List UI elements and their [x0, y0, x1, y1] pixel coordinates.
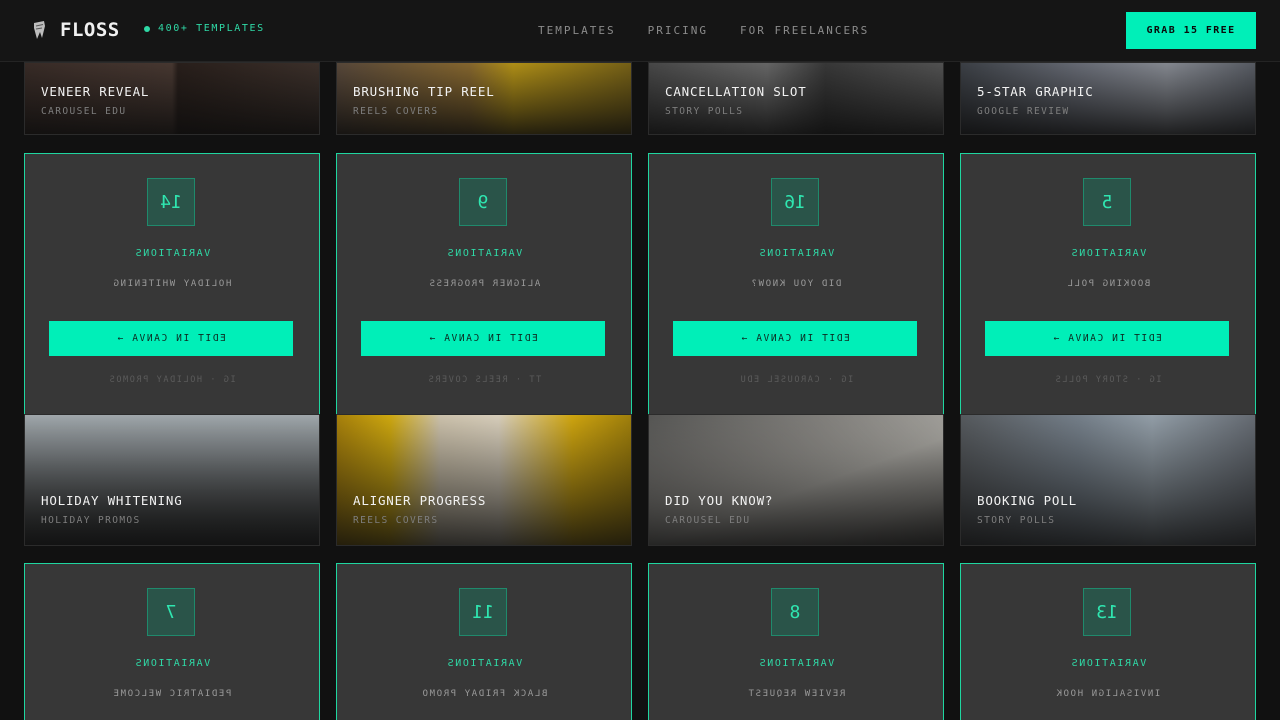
template-card-did-you-know[interactable]: DID YOU KNOW? CAROUSEL EDU: [648, 414, 944, 546]
card-title: HOLIDAY WHITENING: [41, 493, 183, 508]
variations-label: VARIATIONS: [1069, 658, 1147, 669]
card-title: ALIGNER PROGRESS: [353, 493, 487, 508]
edit-in-canva-button[interactable]: EDIT IN CANVA →: [361, 321, 605, 356]
variation-card-invisalign-hook[interactable]: 13 VARIATIONS INVISALIGN HOOK: [960, 563, 1256, 720]
variations-label: VARIATIONS: [757, 248, 835, 259]
variations-label: VARIATIONS: [445, 248, 523, 259]
template-card-aligner-progress[interactable]: ALIGNER PROGRESS REELS COVERS: [336, 414, 632, 546]
variation-count: 16: [771, 178, 819, 226]
variation-name: BOOKING POLL: [1065, 279, 1151, 289]
badge-text: 400+ TEMPLATES: [158, 23, 265, 34]
variation-card-aligner-progress[interactable]: 9 VARIATIONS ALIGNER PROGRESS EDIT IN CA…: [336, 153, 632, 415]
variations-label: VARIATIONS: [1069, 248, 1147, 259]
card-title: 5-STAR GRAPHIC: [977, 84, 1094, 99]
template-card-5-star-graphic[interactable]: 5-STAR GRAPHIC GOOGLE REVIEW: [960, 62, 1256, 135]
variation-name: DID YOU KNOW?: [750, 279, 842, 289]
card-category: HOLIDAY PROMOS: [41, 515, 141, 526]
brand-name: FLOSS: [60, 19, 120, 41]
variation-meta: TT · REELS COVERS: [426, 375, 542, 385]
card-title: BRUSHING TIP REEL: [353, 84, 495, 99]
grab-free-button[interactable]: GRAB 15 FREE: [1126, 12, 1256, 49]
card-title: CANCELLATION SLOT: [665, 84, 807, 99]
card-category: STORY POLLS: [977, 515, 1056, 526]
template-card-cancellation-slot[interactable]: CANCELLATION SLOT STORY POLLS: [648, 62, 944, 135]
variation-name: REVIEW REQUEST: [746, 689, 846, 699]
variation-name: BLACK FRIDAY PROMO: [420, 689, 548, 699]
variation-meta: IG · CAROUSEL EDU: [738, 375, 854, 385]
variation-count: 13: [1083, 588, 1131, 636]
variation-card-holiday-whitening[interactable]: 14 VARIATIONS HOLIDAY WHITENING EDIT IN …: [24, 153, 320, 415]
template-count-badge: 400+ TEMPLATES: [144, 23, 265, 34]
variation-card-pediatric-welcome[interactable]: 7 VARIATIONS PEDIATRIC WELCOME: [24, 563, 320, 720]
card-title: VENEER REVEAL: [41, 84, 150, 99]
variation-count: 8: [771, 588, 819, 636]
nav-templates[interactable]: TEMPLATES: [538, 24, 616, 37]
variation-card-review-request[interactable]: 8 VARIATIONS REVIEW REQUEST: [648, 563, 944, 720]
variations-label: VARIATIONS: [133, 658, 211, 669]
variation-card-booking-poll[interactable]: 5 VARIATIONS BOOKING POLL EDIT IN CANVA …: [960, 153, 1256, 415]
card-category: GOOGLE REVIEW: [977, 106, 1070, 117]
variations-label: VARIATIONS: [445, 658, 523, 669]
card-category: STORY POLLS: [665, 106, 744, 117]
tooth-icon: [34, 21, 45, 39]
variation-name: ALIGNER PROGRESS: [427, 279, 541, 289]
variation-count: 7: [147, 588, 195, 636]
edit-in-canva-button[interactable]: EDIT IN CANVA →: [49, 321, 293, 356]
nav-for-freelancers[interactable]: FOR FREELANCERS: [740, 24, 869, 37]
top-navigation-bar: FLOSS 400+ TEMPLATES TEMPLATES PRICING F…: [0, 0, 1280, 62]
template-card-brushing-tip-reel[interactable]: BRUSHING TIP REEL REELS COVERS: [336, 62, 632, 135]
card-category: CAROUSEL EDU: [665, 515, 751, 526]
variation-name: HOLIDAY WHITENING: [112, 279, 232, 289]
brand[interactable]: FLOSS: [30, 18, 120, 42]
variation-count: 11: [459, 588, 507, 636]
status-dot-icon: [144, 25, 150, 32]
variation-count: 9: [459, 178, 507, 226]
card-title: DID YOU KNOW?: [665, 493, 774, 508]
nav-pricing[interactable]: PRICING: [648, 24, 708, 37]
variation-count: 5: [1083, 178, 1131, 226]
variation-meta: IG · HOLIDAY PROMOS: [108, 375, 236, 385]
variation-count: 14: [147, 178, 195, 226]
card-category: REELS COVERS: [353, 515, 439, 526]
variation-name: PEDIATRIC WELCOME: [112, 689, 232, 699]
template-card-holiday-whitening[interactable]: HOLIDAY WHITENING HOLIDAY PROMOS: [24, 414, 320, 546]
template-card-booking-poll[interactable]: BOOKING POLL STORY POLLS: [960, 414, 1256, 546]
card-category: REELS COVERS: [353, 106, 439, 117]
variation-meta: IG · STORY POLLS: [1054, 375, 1162, 385]
variation-name: INVISALIGN HOOK: [1055, 689, 1161, 699]
variations-label: VARIATIONS: [133, 248, 211, 259]
variations-label: VARIATIONS: [757, 658, 835, 669]
variation-card-black-friday-promo[interactable]: 11 VARIATIONS BLACK FRIDAY PROMO: [336, 563, 632, 720]
main-nav: TEMPLATES PRICING FOR FREELANCERS: [538, 24, 869, 37]
card-title: BOOKING POLL: [977, 493, 1077, 508]
variation-card-did-you-know[interactable]: 16 VARIATIONS DID YOU KNOW? EDIT IN CANV…: [648, 153, 944, 415]
card-category: CAROUSEL EDU: [41, 106, 127, 117]
template-card-veneer-reveal[interactable]: VENEER REVEAL CAROUSEL EDU: [24, 62, 320, 135]
edit-in-canva-button[interactable]: EDIT IN CANVA →: [673, 321, 917, 356]
edit-in-canva-button[interactable]: EDIT IN CANVA →: [985, 321, 1229, 356]
